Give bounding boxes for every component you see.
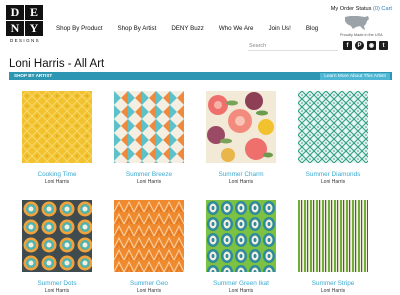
product-card[interactable]: Summer Geo Loni Harris [106,200,192,294]
logo-letter: D [6,5,24,20]
main-nav: Shop By Product Shop By Artist DENY Buzz… [56,25,333,32]
deny-logo[interactable]: D E N Y DESIGNS [6,5,44,43]
product-name[interactable]: Summer Charm [198,171,284,178]
shop-by-artist-label[interactable]: SHOP BY ARTIST [14,73,52,78]
search-input[interactable]: Search [248,42,338,51]
swatch-summer-breeze[interactable] [114,91,184,163]
swatch-summer-dots[interactable] [22,200,92,272]
product-name[interactable]: Summer Geo [106,280,192,287]
product-artist: Loni Harris [320,287,346,294]
product-card[interactable]: Cooking Time Loni Harris [14,91,100,185]
product-artist: Loni Harris [44,178,70,185]
usa-map-icon [345,16,369,30]
logo-letter: N [6,21,24,36]
product-name[interactable]: Summer Dots [14,280,100,287]
product-card[interactable]: Summer Diamonds Loni Harris [290,91,376,185]
product-name[interactable]: Summer Diamonds [290,171,376,178]
artist-subbar: SHOP BY ARTIST Learn More About This Art… [9,72,392,80]
nav-shop-by-product[interactable]: Shop By Product [56,25,102,32]
nav-join-us[interactable]: Join Us! [269,25,291,32]
order-status-bar: My Order Status (0) Cart [331,6,392,12]
search-placeholder: Search [249,43,267,49]
nav-deny-buzz[interactable]: DENY Buzz [171,25,204,32]
product-name[interactable]: Cooking Time [14,171,100,178]
logo-subtitle: DESIGNS [9,38,41,43]
page-title: Loni Harris - All Art [9,58,105,70]
made-in-usa-text: Proudly Made in the USA [340,33,383,37]
product-name[interactable]: Summer Stripe [290,280,376,287]
product-artist: Loni Harris [136,178,162,185]
logo-letter: Y [25,21,43,36]
product-name[interactable]: Summer Breeze [106,171,192,178]
product-card[interactable]: Summer Charm Loni Harris [198,91,284,185]
product-artist: Loni Harris [136,287,162,294]
product-card[interactable]: Summer Green Ikat Loni Harris [198,200,284,294]
logo-letter: E [25,5,43,20]
product-card[interactable]: Summer Breeze Loni Harris [106,91,192,185]
product-artist: Loni Harris [228,287,254,294]
product-artist: Loni Harris [228,178,254,185]
product-card[interactable]: Summer Dots Loni Harris [14,200,100,294]
product-card[interactable]: Summer Stripe Loni Harris [290,200,376,294]
product-name[interactable]: Summer Green Ikat [198,280,284,287]
swatch-summer-green-ikat[interactable] [206,200,276,272]
product-artist: Loni Harris [44,287,70,294]
pinterest-icon[interactable]: P [355,41,364,50]
swatch-summer-stripe[interactable] [298,200,368,272]
cart-link[interactable]: (0) Cart [373,6,392,12]
product-artist: Loni Harris [320,178,346,185]
swatch-summer-diamonds[interactable] [298,91,368,163]
swatch-cooking-time[interactable] [22,91,92,163]
twitter-icon[interactable]: t [379,41,388,50]
swatch-summer-charm[interactable] [206,91,276,163]
order-status-link[interactable]: My Order Status [331,6,372,12]
nav-who-we-are[interactable]: Who We Are [219,25,254,32]
learn-more-button[interactable]: Learn More About This Artist! [320,72,390,80]
instagram-icon[interactable]: ◉ [367,41,376,50]
swatch-summer-geo[interactable] [114,200,184,272]
nav-shop-by-artist[interactable]: Shop By Artist [117,25,156,32]
nav-blog[interactable]: Blog [306,25,318,32]
facebook-icon[interactable]: f [343,41,352,50]
social-links: f P ◉ t [343,41,388,50]
